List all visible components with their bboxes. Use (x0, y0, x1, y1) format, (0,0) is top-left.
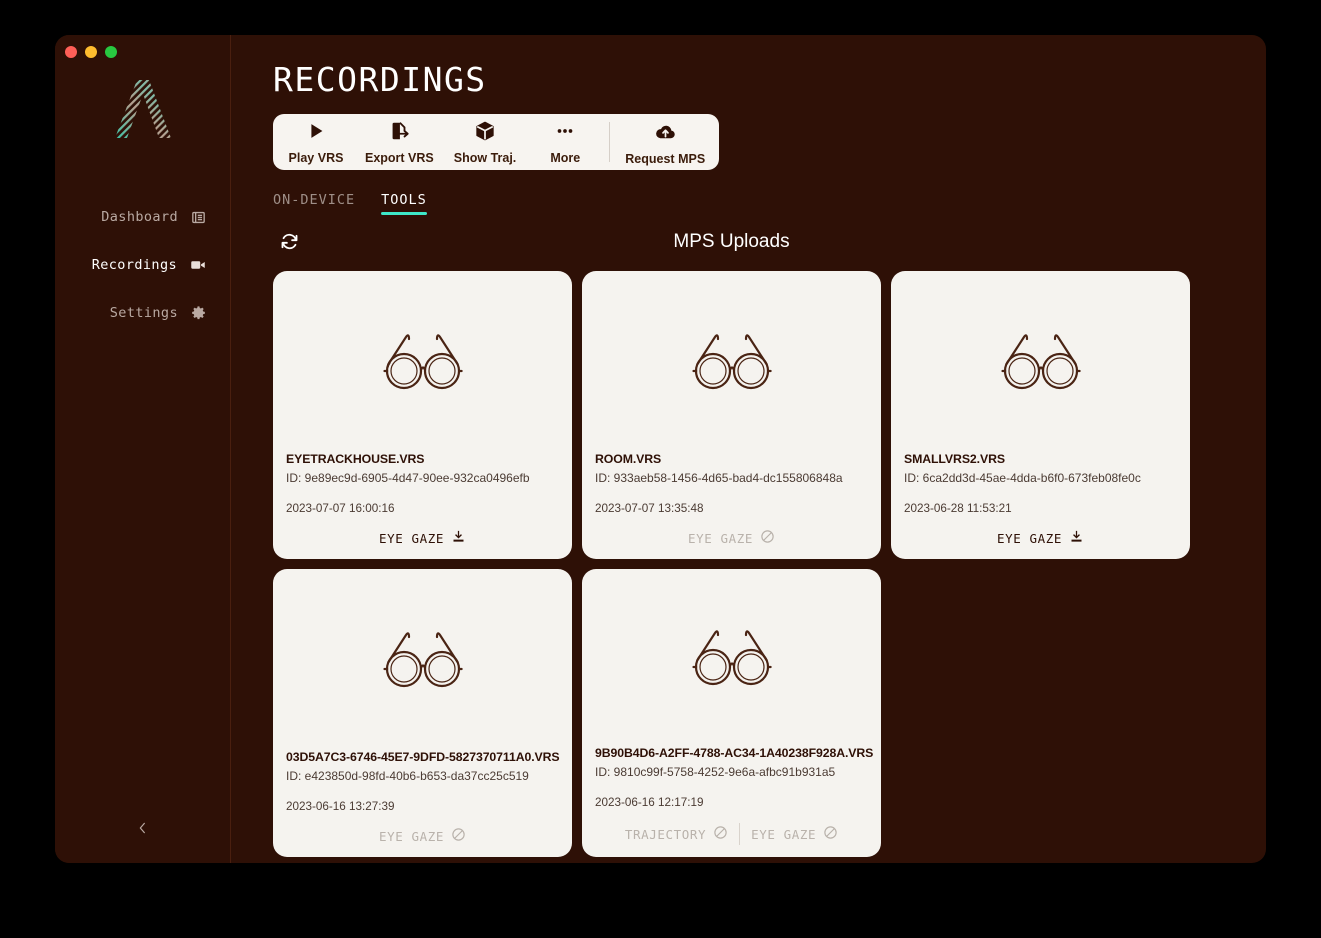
card-date: 2023-07-07 13:35:48 (595, 502, 704, 515)
ellipsis-icon (554, 120, 576, 147)
toolbar-button-label: More (550, 151, 581, 165)
action-label: EYE GAZE (378, 828, 444, 844)
action-label: EYE GAZE (378, 530, 444, 546)
eye-gaze-unavailable: EYE GAZE (368, 827, 477, 845)
action-label: EYE GAZE (751, 826, 817, 842)
trajectory-unavailable: TRAJECTORY (614, 825, 739, 843)
no-entry-icon (451, 827, 466, 845)
glasses-icon (691, 333, 772, 389)
tab-tools[interactable]: TOOLS (381, 192, 427, 215)
card-thumbnail (904, 271, 1177, 452)
card-thumbnail (286, 569, 559, 750)
no-entry-icon (760, 529, 775, 547)
page-title: RECORDINGS (273, 60, 487, 99)
card-filename: 9B90B4D6-A2FF-4788-AC34-1A40238F928A.VRS (595, 746, 874, 760)
glasses-icon (691, 629, 772, 685)
mps-uploads-grid: EYETRACKHOUSE.VRS ID: 9e89ec9d-6905-4d47… (273, 271, 1190, 857)
cloud-upload-icon (654, 120, 677, 148)
show-trajectory-button[interactable]: Show Traj. (444, 114, 527, 170)
play-vrs-button[interactable]: Play VRS (277, 114, 355, 170)
download-icon (1069, 529, 1084, 547)
card-actions: EYE GAZE (904, 529, 1177, 547)
sidebar-nav: Dashboard Recordings Settings (55, 193, 231, 337)
recording-card[interactable]: 03D5A7C3-6746-45E7-9DFD-5827370711A0.VRS… (273, 569, 572, 857)
card-actions: EYE GAZE (595, 529, 868, 547)
sidebar-item-label: Settings (109, 305, 178, 321)
sidebar-item-dashboard[interactable]: Dashboard (55, 193, 231, 241)
aria-logo-icon (115, 80, 171, 138)
recording-card[interactable]: EYETRACKHOUSE.VRS ID: 9e89ec9d-6905-4d47… (273, 271, 572, 559)
recording-card[interactable]: ROOM.VRS ID: 933aeb58-1456-4d65-bad4-dc1… (582, 271, 881, 559)
section-header: MPS Uploads (273, 231, 1190, 261)
toolbar-button-label: Show Traj. (453, 151, 517, 165)
cube-icon (474, 120, 496, 147)
card-date: 2023-06-28 11:53:21 (904, 502, 1012, 515)
card-id: ID: e423850d-98fd-40b6-b653-da37cc25c519 (286, 769, 529, 783)
request-mps-button[interactable]: Request MPS (615, 114, 715, 170)
action-toolbar: Play VRS Export VRS Show Traj. More Requ… (273, 114, 720, 170)
sidebar-collapse-button[interactable] (55, 820, 231, 841)
no-entry-icon (823, 825, 838, 843)
toolbar-button-label: Export VRS (365, 151, 434, 165)
card-actions: TRAJECTORY EYE GAZE (595, 823, 868, 845)
recording-card[interactable]: SMALLVRS2.VRS ID: 6ca2dd3d-45ae-4dda-b6f… (891, 271, 1190, 559)
toolbar-button-label: Request MPS (625, 151, 706, 166)
glasses-icon (1000, 333, 1081, 389)
card-thumbnail (595, 569, 868, 746)
more-button[interactable]: More (526, 114, 604, 170)
glasses-icon (382, 631, 463, 687)
play-icon (305, 120, 327, 147)
newspaper-icon (190, 209, 207, 226)
sidebar-item-recordings[interactable]: Recordings (55, 241, 231, 289)
card-filename: ROOM.VRS (595, 452, 662, 466)
export-vrs-button[interactable]: Export VRS (355, 114, 444, 170)
eye-gaze-download-button[interactable]: EYE GAZE (986, 529, 1095, 547)
video-camera-icon (189, 256, 207, 274)
no-entry-icon (713, 825, 728, 843)
sidebar-item-label: Dashboard (101, 209, 178, 225)
card-actions: EYE GAZE (286, 827, 559, 845)
card-id: ID: 933aeb58-1456-4d65-bad4-dc155806848a (595, 471, 843, 485)
traffic-lights (65, 46, 117, 58)
card-date: 2023-07-07 16:00:16 (286, 502, 395, 515)
toolbar-button-label: Play VRS (288, 151, 344, 165)
eye-gaze-unavailable: EYE GAZE (740, 825, 849, 843)
card-date: 2023-06-16 12:17:19 (595, 796, 704, 809)
card-id: ID: 6ca2dd3d-45ae-4dda-b6f0-673feb08fe0c (904, 471, 1141, 485)
card-id: ID: 9e89ec9d-6905-4d47-90ee-932ca0496efb (286, 471, 530, 485)
action-label: EYE GAZE (996, 530, 1062, 546)
eye-gaze-unavailable: EYE GAZE (677, 529, 786, 547)
sidebar: Dashboard Recordings Settings (55, 35, 231, 863)
sidebar-item-label: Recordings (91, 257, 177, 273)
app-logo (55, 77, 231, 141)
window-close-button[interactable] (65, 46, 77, 58)
main-content: RECORDINGS Play VRS Export VRS Show Traj… (231, 35, 1266, 863)
card-id: ID: 9810c99f-5758-4252-9e6a-afbc91b931a5 (595, 765, 836, 779)
card-filename: 03D5A7C3-6746-45E7-9DFD-5827370711A0.VRS (286, 750, 560, 764)
card-filename: EYETRACKHOUSE.VRS (286, 452, 425, 466)
card-thumbnail (286, 271, 559, 452)
chevron-left-icon (135, 820, 151, 841)
gear-icon (190, 305, 207, 322)
recording-card[interactable]: 9B90B4D6-A2FF-4788-AC34-1A40238F928A.VRS… (582, 569, 881, 857)
window-maximize-button[interactable] (105, 46, 117, 58)
action-label: EYE GAZE (687, 530, 753, 546)
toolbar-divider (609, 122, 611, 162)
card-thumbnail (595, 271, 868, 452)
eye-gaze-download-button[interactable]: EYE GAZE (368, 529, 477, 547)
card-actions: EYE GAZE (286, 529, 559, 547)
export-file-icon (388, 120, 410, 147)
download-icon (451, 529, 466, 547)
card-filename: SMALLVRS2.VRS (904, 452, 1005, 466)
tab-bar: ON-DEVICE TOOLS (273, 192, 1266, 215)
tab-on-device[interactable]: ON-DEVICE (273, 192, 355, 215)
app-window: Dashboard Recordings Settings RECORDINGS… (55, 35, 1266, 863)
window-minimize-button[interactable] (85, 46, 97, 58)
action-label: TRAJECTORY (624, 826, 707, 842)
card-date: 2023-06-16 13:27:39 (286, 800, 395, 813)
glasses-icon (382, 333, 463, 389)
section-title: MPS Uploads (673, 231, 790, 252)
sidebar-item-settings[interactable]: Settings (55, 289, 231, 337)
